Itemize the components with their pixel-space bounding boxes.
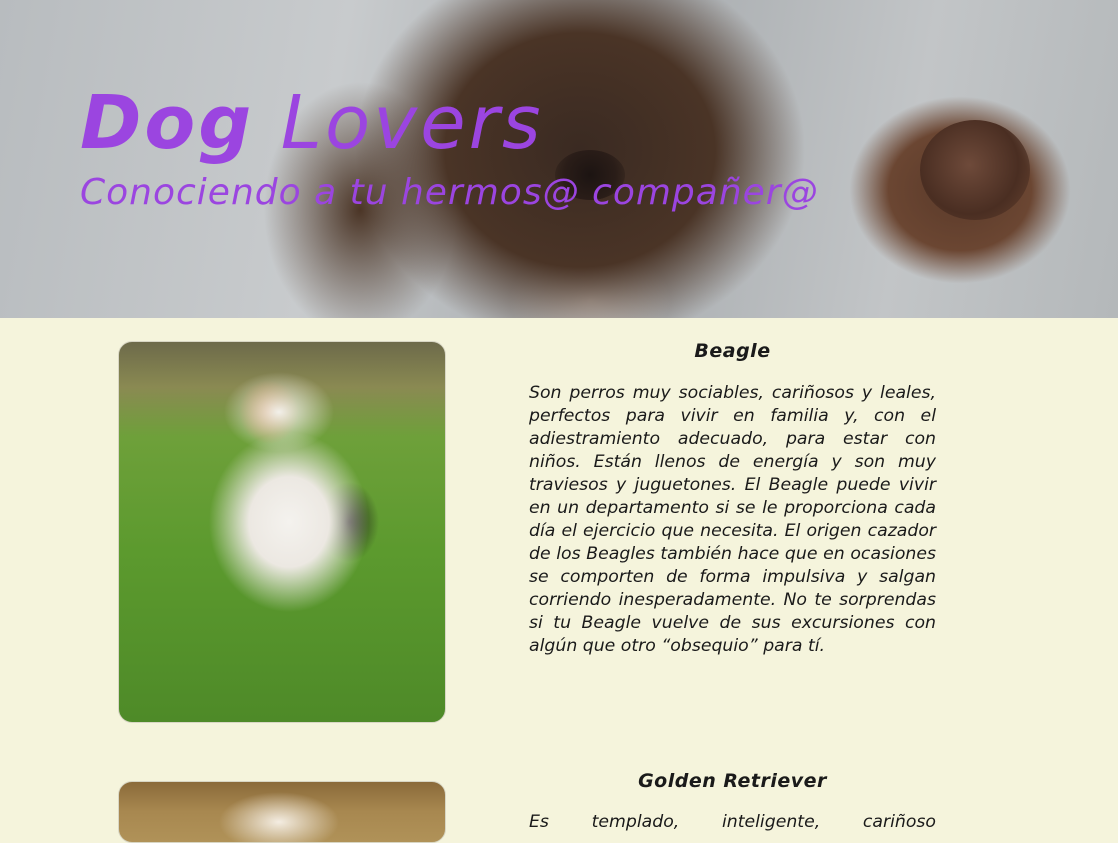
beagle-photo (118, 341, 446, 723)
breed-description: Es templado, inteligente, cariñoso (529, 812, 936, 832)
breed-name: Beagle (694, 340, 771, 362)
site-subtitle: Conociendo a tu hermos@ compañer@ (80, 172, 819, 213)
site-title: Dog Lovers (80, 80, 544, 166)
hero-banner: Dog Lovers Conociendo a tu hermos@ compa… (0, 0, 1118, 318)
beagle-info: Beagle Son perros muy sociables, cariños… (529, 340, 936, 658)
breed-name: Golden Retriever (638, 770, 827, 792)
golden-retriever-info: Golden Retriever Es templado, inteligent… (529, 770, 936, 834)
golden-retriever-photo (118, 781, 446, 843)
site-title-word-1: Dog (80, 80, 255, 166)
breed-description: Son perros muy sociables, cariñosos y le… (529, 383, 936, 656)
site-title-word-2: Lovers (280, 80, 544, 166)
hero-image-dog-paw (920, 120, 1030, 220)
